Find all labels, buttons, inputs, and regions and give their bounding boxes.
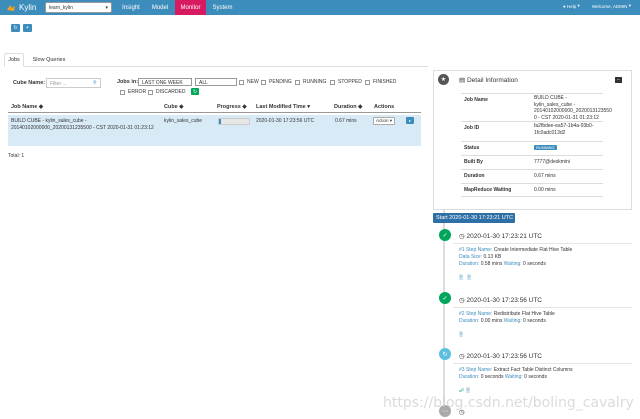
log-file-icon[interactable]: 🗎 [459, 275, 465, 281]
header-duration[interactable]: Duration ◆ [331, 101, 371, 113]
checkbox-new[interactable]: NEW [239, 79, 259, 85]
checkbox-error[interactable]: ERROR [120, 89, 146, 95]
step-3-time: ◷ 2020-01-30 17:23:56 UTC [459, 353, 543, 360]
brand[interactable]: Kylin [6, 2, 36, 13]
status-select[interactable]: ALL [195, 78, 237, 86]
link-icon[interactable]: ☍ [459, 388, 465, 394]
log-file-icon[interactable]: 🗎 [459, 332, 465, 338]
tab-slow-queries[interactable]: Slow Queries [28, 53, 70, 67]
monitor-tabs: Jobs Slow Queries [4, 53, 428, 67]
header-cube[interactable]: Cube ◆ [161, 101, 214, 113]
chevron-down-icon: ▾ [105, 5, 108, 11]
nav-tab-system[interactable]: System [207, 0, 238, 15]
user-menu[interactable]: Welcome, ADMIN ▾ [592, 3, 631, 9]
collapse-button[interactable]: − [615, 77, 622, 83]
cell-cube: kylin_sales_cube [164, 118, 203, 124]
step-1-name: #1 Step Name: Create Intermediate Flat H… [459, 247, 573, 253]
detail-row-duration: Duration 0.67 mins [461, 169, 603, 183]
divider [453, 243, 632, 244]
brand-name: Kylin [19, 3, 37, 12]
refresh-icon: ↻ [192, 88, 198, 95]
total-count: Total: 1 [8, 153, 25, 159]
watermark: https://blog.csdn.net/boling_cavalry [383, 395, 634, 411]
refresh-icon: ↻ [13, 25, 18, 31]
chevron-down-icon: ▾ [576, 3, 580, 8]
detail-row-mapreduce-waiting: MapReduce Waiting 0.00 mins [461, 183, 603, 197]
header-last-modified[interactable]: Last Modified Time ▾ [253, 101, 331, 113]
checkbox-running[interactable]: RUNNING [295, 79, 326, 85]
detail-row-job-name: Job Name BUILD CUBE - kylin_sales_cube -… [461, 93, 612, 121]
cell-last-modified: 2020-01-30 17:23:56 UTC [256, 118, 315, 124]
checkbox-finished[interactable]: FINISHED [365, 79, 396, 85]
refresh-button[interactable]: ↻ [11, 24, 20, 32]
nav-tab-model[interactable]: Model [147, 0, 173, 15]
timeline-start-label: Start 2020-01-30 17:23:21 UTC [433, 213, 515, 223]
add-button[interactable]: + [23, 24, 32, 32]
detail-row-status: Status RUNNING [461, 141, 603, 155]
detail-row-built-by: Built By 7777@deskmini [461, 155, 603, 169]
status-badge: RUNNING [534, 145, 557, 150]
help-menu[interactable]: ● Help ▾ [563, 3, 580, 9]
output-file-icon[interactable]: 🗎 [467, 275, 473, 281]
chart-icon: ▤ [459, 77, 467, 84]
header-progress[interactable]: Progress ◆ [214, 101, 253, 113]
step-3-running-icon: ↻ [439, 348, 451, 360]
project-select[interactable]: learn_kylin ▾ [45, 2, 112, 13]
star-icon: ★ [438, 74, 449, 85]
detail-panel: ★ ▤ Detail Information − Job Name BUILD … [433, 70, 632, 210]
jobs-in-label: Jobs in: [117, 79, 139, 85]
top-navbar: Kylin learn_kylin ▾ Insight Model Monito… [0, 0, 640, 15]
cube-name-label: Cube Name: [13, 80, 46, 86]
step-1-time: ◷ 2020-01-30 17:23:21 UTC [459, 233, 543, 240]
step-3-duration: Duration: 0 seconds Waiting: 0 seconds [459, 374, 547, 380]
nav-tab-monitor[interactable]: Monitor [175, 0, 206, 15]
checkbox-pending[interactable]: PENDING [261, 79, 292, 85]
reload-button[interactable]: ↻ [191, 88, 199, 95]
detail-toggle-button[interactable]: ▸ [406, 117, 414, 124]
detail-row-job-id: Job ID fa2fbdee-ea57-1b4a-93b0-1fc0adc01… [461, 121, 603, 141]
step-2-duration: Duration: 0.00 mins Waiting: 0 seconds [459, 318, 546, 324]
step-2-time: ◷ 2020-01-30 17:23:56 UTC [459, 297, 543, 304]
header-actions: Actions [371, 101, 421, 113]
checkbox-discarded[interactable]: DISCARDED [148, 89, 185, 95]
tab-jobs[interactable]: Jobs [4, 53, 24, 67]
chevron-down-icon: ▾ [627, 3, 631, 8]
action-dropdown-button[interactable]: Action ▾ [373, 117, 395, 125]
search-icon[interactable]: ⚲ [93, 80, 99, 86]
step-3-name: #3 Step Name: Extract Fact Table Distinc… [459, 367, 573, 373]
step-2-check-icon: ✓ [439, 292, 451, 304]
step-1-data-size: Data Size: 0.13 KB [459, 254, 502, 260]
step-1-check-icon: ✓ [439, 229, 451, 241]
progress-bar [218, 118, 250, 125]
log-file-icon[interactable]: 🗎 [466, 388, 472, 394]
checkbox-stopped[interactable]: STOPPED [330, 79, 362, 85]
kylin-logo-icon [6, 4, 16, 12]
plus-icon: + [26, 25, 29, 31]
step-1-duration: Duration: 0.58 mins Waiting: 0 seconds [459, 261, 546, 267]
caret-right-icon: ▸ [408, 118, 411, 123]
cell-duration: 0.67 mins [335, 118, 357, 124]
divider [453, 363, 632, 364]
header-job-name[interactable]: Job Name ◆ [8, 101, 161, 113]
nav-tab-insight[interactable]: Insight [117, 0, 145, 15]
step-2-name: #2 Step Name: Redistribute Flat Hive Tab… [459, 311, 555, 317]
divider [453, 307, 632, 308]
progress-fill [219, 119, 221, 124]
detail-title: ▤ Detail Information [459, 77, 518, 84]
cell-job-name[interactable]: BUILD CUBE - kylin_sales_cube - 20140102… [11, 118, 156, 132]
time-range-select[interactable]: LAST ONE WEEK [138, 78, 192, 86]
